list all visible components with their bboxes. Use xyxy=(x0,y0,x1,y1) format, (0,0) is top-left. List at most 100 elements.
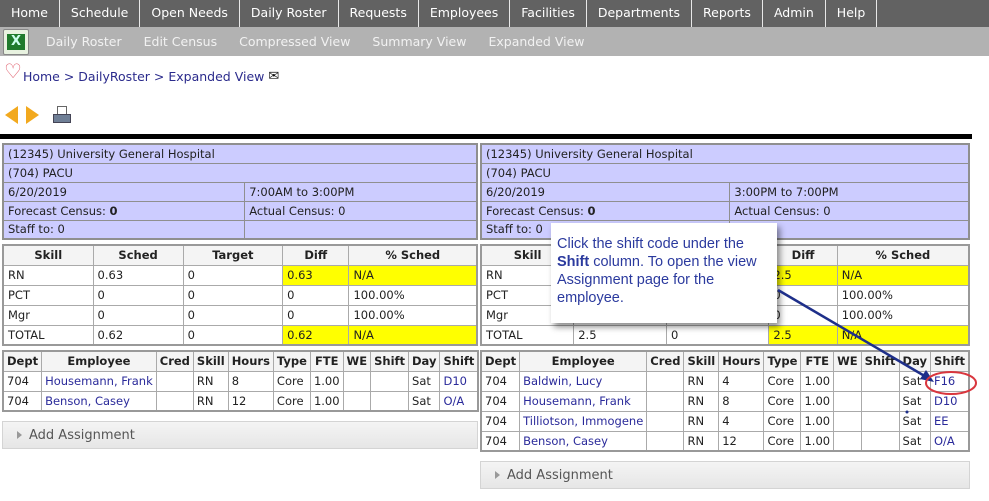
nav-item[interactable]: Schedule xyxy=(60,0,141,27)
assignment-cell: 12 xyxy=(718,430,765,452)
assignment-cell: 12 xyxy=(227,390,274,412)
shift-date: 6/20/2019 xyxy=(2,181,246,202)
skill-cell: 0 xyxy=(282,304,350,326)
previous-arrow-icon[interactable] xyxy=(5,106,18,124)
assignment-cell: Core xyxy=(763,410,802,432)
assignment-cell: RN xyxy=(683,410,720,432)
assignment-cell: Core xyxy=(272,390,311,412)
skill-header: Target xyxy=(182,244,284,266)
assignment-cell: 1.00 xyxy=(800,430,835,452)
subnav-item[interactable]: Daily Roster xyxy=(35,34,133,49)
add-assignment-toggle[interactable]: Add Assignment xyxy=(480,461,970,489)
assignment-cell: 704 xyxy=(480,410,521,432)
nav-item[interactable]: Departments xyxy=(587,0,692,27)
shift-code-link[interactable]: EE xyxy=(930,410,970,432)
email-envelope-icon[interactable]: ✉ xyxy=(268,69,279,84)
skill-cell: Mgr xyxy=(2,304,94,326)
assignment-cell xyxy=(833,370,862,392)
shift-code-link[interactable]: F16 xyxy=(930,370,970,392)
breadcrumb-current: Expanded View xyxy=(168,69,265,84)
assignment-cell: 1.00 xyxy=(800,390,835,412)
nav-item[interactable]: Open Needs xyxy=(140,0,240,27)
shift-time: 3:00PM to 7:00PM xyxy=(729,181,970,202)
shift-code-link[interactable]: D10 xyxy=(930,390,970,412)
employee-link[interactable]: Benson, Casey xyxy=(41,390,157,412)
breadcrumb-home[interactable]: Home xyxy=(23,69,60,84)
skill-header: Sched xyxy=(92,244,184,266)
assignment-cell: Core xyxy=(272,370,311,392)
skill-cell: 2.5 xyxy=(768,264,838,286)
forecast-label: Forecast Census: xyxy=(8,203,110,218)
assignment-cell xyxy=(860,370,900,392)
shift-code-link[interactable]: O/A xyxy=(439,390,479,412)
shift-time: 7:00AM to 3:00PM xyxy=(244,181,478,202)
facility-name: (12345) University General Hospital xyxy=(480,143,970,164)
skill-row: PCT 0 0 0 100.00% xyxy=(2,284,478,306)
assignment-cell xyxy=(833,410,862,432)
assignment-cell: 704 xyxy=(2,370,43,392)
assignment-cell: 704 xyxy=(480,370,521,392)
assignment-cell: 1.00 xyxy=(309,390,344,412)
skill-cell: TOTAL xyxy=(480,324,575,346)
assignment-header: Type xyxy=(272,350,311,372)
nav-item[interactable]: Employees xyxy=(419,0,511,27)
skill-cell: 0 xyxy=(768,284,838,306)
breadcrumb-daily-roster[interactable]: DailyRoster xyxy=(78,69,150,84)
assignment-cell xyxy=(342,370,372,392)
assignment-cell xyxy=(860,390,900,412)
employee-link[interactable]: Tilliotson, Immogene xyxy=(519,410,648,432)
nav-item[interactable]: Requests xyxy=(339,0,419,27)
skill-cell: PCT xyxy=(2,284,94,306)
assignment-cell xyxy=(833,390,862,412)
assignment-cell xyxy=(833,430,862,452)
nav-item[interactable]: Reports xyxy=(692,0,763,27)
assignment-cell: Core xyxy=(763,390,802,412)
nav-item[interactable]: Daily Roster xyxy=(240,0,339,27)
nav-item[interactable]: Help xyxy=(826,0,878,27)
assignment-header: WE xyxy=(342,350,372,372)
shift-info-table: (12345) University General Hospital (704)… xyxy=(2,143,478,240)
subnav-item[interactable]: Compressed View xyxy=(228,34,361,49)
breadcrumb: ♡ Home > DailyRoster > Expanded View ✉ xyxy=(4,61,279,84)
breadcrumb-separator: > xyxy=(149,69,169,84)
assignment-row: 704 Benson, Casey RN 12 Core 1.00 Sat O/A xyxy=(2,390,479,412)
shift-code-link[interactable]: O/A xyxy=(930,430,970,452)
skill-row: Mgr 0 0 0 100.00% xyxy=(2,304,478,326)
assignment-table: Dept Employee Cred Skill Hours Type FTE WE Shift… xyxy=(480,350,970,452)
toolbar xyxy=(5,106,71,124)
employee-link[interactable]: Baldwin, Lucy xyxy=(519,370,648,392)
assignment-header: Employee xyxy=(519,350,648,372)
employee-link[interactable]: Housemann, Frank xyxy=(41,370,157,392)
excel-export-button[interactable]: X xyxy=(3,28,29,55)
forecast-label: Forecast Census: xyxy=(486,203,588,218)
employee-link[interactable]: Housemann, Frank xyxy=(519,390,648,412)
assignment-cell: RN xyxy=(683,390,720,412)
subnav-item[interactable]: Summary View xyxy=(361,34,477,49)
add-assignment-toggle[interactable]: Add Assignment xyxy=(2,421,478,449)
assignment-header: Hours xyxy=(718,350,765,372)
subnav-item[interactable]: Expanded View xyxy=(477,34,595,49)
nav-item[interactable]: Home xyxy=(0,0,60,27)
nav-item[interactable]: Facilities xyxy=(510,0,587,27)
skill-cell: 0 xyxy=(92,304,184,326)
next-arrow-icon[interactable] xyxy=(26,106,39,124)
assignment-cell: 1.00 xyxy=(800,410,835,432)
subnav-item[interactable]: Edit Census xyxy=(133,34,228,49)
favorite-heart-icon[interactable]: ♡ xyxy=(4,61,22,81)
expand-triangle-icon xyxy=(495,471,500,479)
assignment-cell: 4 xyxy=(718,410,765,432)
assignment-cell: 1.00 xyxy=(800,370,835,392)
assignment-header: Hours xyxy=(227,350,274,372)
print-icon[interactable] xyxy=(53,106,71,124)
skill-cell: N/A xyxy=(348,264,478,286)
nav-item[interactable]: Admin xyxy=(763,0,826,27)
assignment-cell xyxy=(646,430,685,452)
skill-cell: 0.62 xyxy=(92,324,184,346)
skill-header: Skill xyxy=(2,244,94,266)
shift-code-link[interactable]: D10 xyxy=(439,370,479,392)
sub-nav: X Daily Roster Edit Census Compressed View… xyxy=(0,27,989,56)
forecast-census: Forecast Census: 0 xyxy=(2,200,246,221)
employee-link[interactable]: Benson, Casey xyxy=(519,430,648,452)
breadcrumb-separator: > xyxy=(59,69,79,84)
assignment-cell: 8 xyxy=(227,370,274,392)
